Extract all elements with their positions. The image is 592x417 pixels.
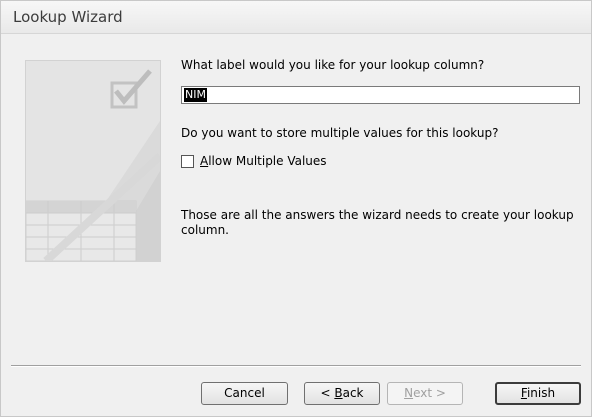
window-title: Lookup Wizard <box>13 8 123 26</box>
multiple-values-question: Do you want to store multiple values for… <box>181 126 499 140</box>
lookup-label-value: NIM <box>184 88 207 102</box>
completion-note: Those are all the answers the wizard nee… <box>181 208 574 237</box>
wizard-body: What label would you like for your looku… <box>1 34 591 416</box>
lookup-wizard-dialog: Lookup Wizard What label would you like … <box>0 0 592 417</box>
wizard-illustration <box>25 60 161 262</box>
checkmark-table-icon <box>26 61 160 261</box>
finish-button[interactable]: Finish <box>495 382 581 405</box>
allow-multiple-values-checkbox[interactable] <box>181 155 194 168</box>
next-button[interactable]: Next > <box>387 382 463 405</box>
lookup-label-input[interactable]: NIM <box>181 86 580 104</box>
title-bar[interactable]: Lookup Wizard <box>1 1 591 34</box>
label-question: What label would you like for your looku… <box>181 58 485 72</box>
cancel-button[interactable]: Cancel <box>201 382 288 405</box>
back-button[interactable]: < Back <box>304 382 380 405</box>
button-separator <box>11 365 581 367</box>
allow-multiple-values-label[interactable]: Allow Multiple Values <box>200 154 327 168</box>
